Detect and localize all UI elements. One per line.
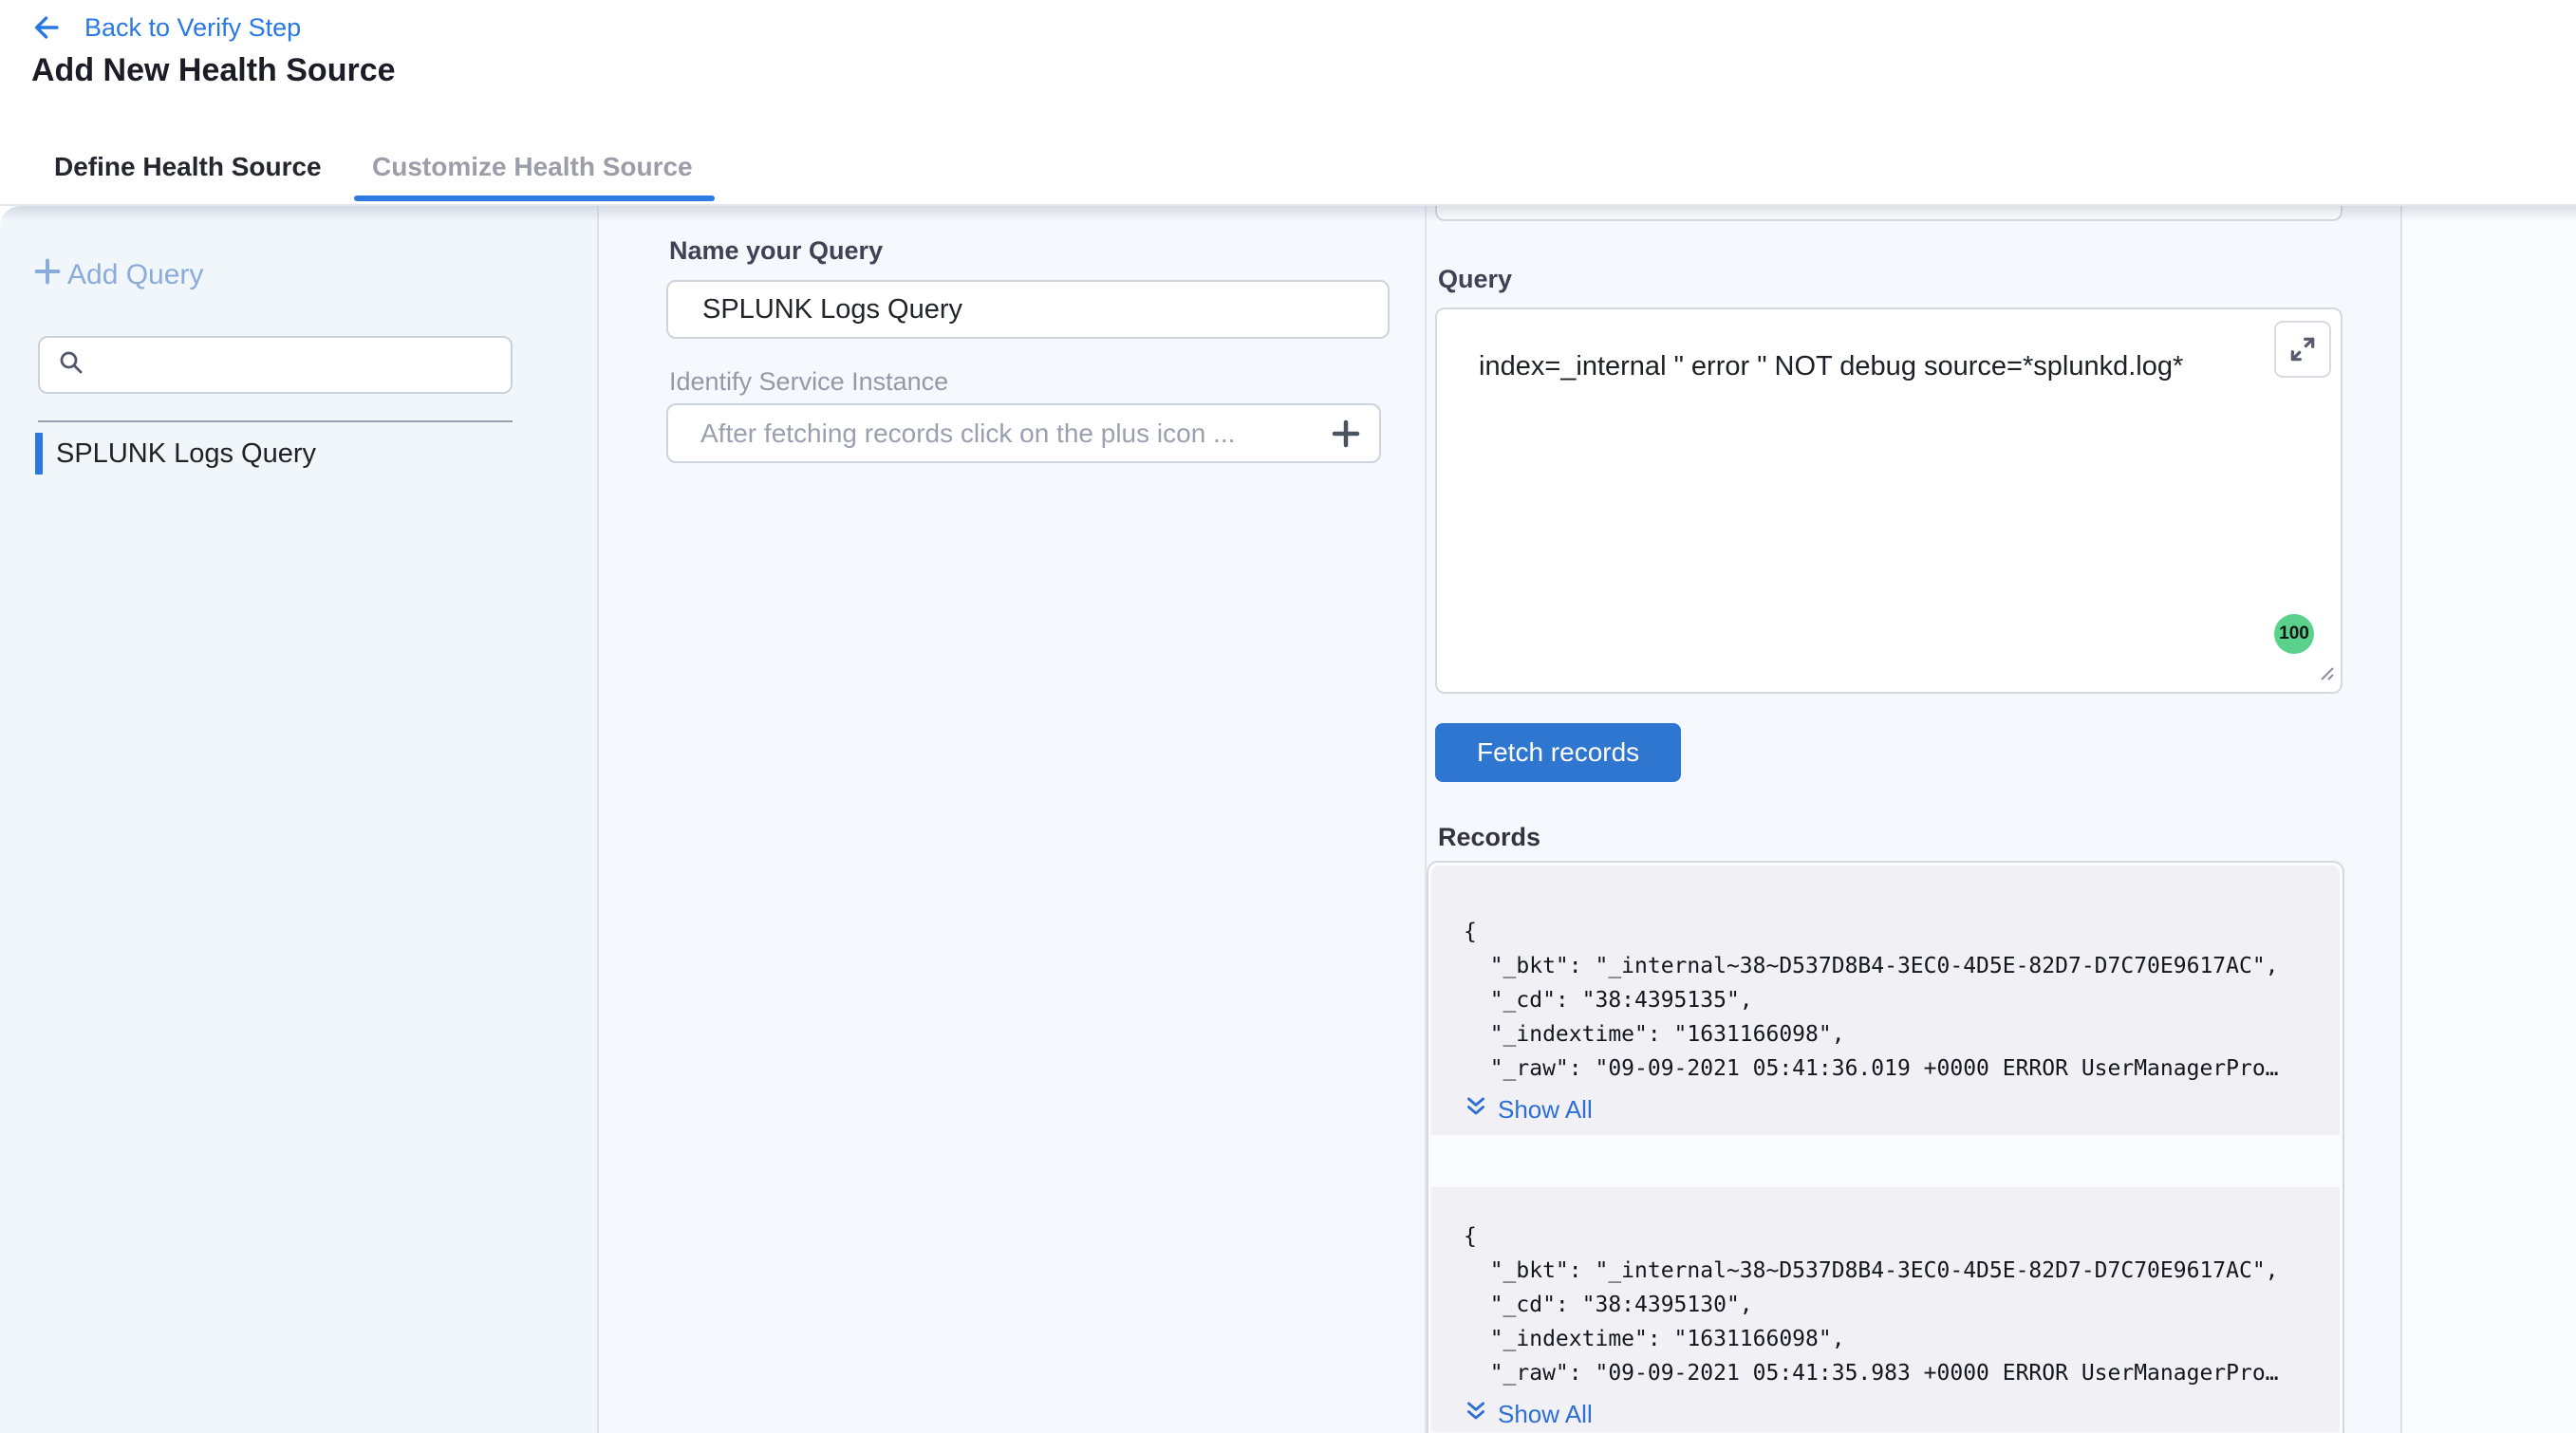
query-search-box xyxy=(38,336,513,394)
back-link[interactable]: Back to Verify Step xyxy=(31,11,301,44)
double-chevron-down-icon xyxy=(1464,1094,1488,1126)
show-all-label: Show All xyxy=(1498,1400,1593,1429)
sidebar-item-splunk-logs-query[interactable]: SPLUNK Logs Query xyxy=(35,433,316,475)
show-all-label: Show All xyxy=(1498,1095,1593,1125)
record-json-line: "_indextime": "1631166098", xyxy=(1464,1322,2311,1356)
record-json-line: "_bkt": "_internal~38~D537D8B4-3EC0-4D5E… xyxy=(1464,949,2311,983)
query-editor-column: Query index=_internal " error " NOT debu… xyxy=(1427,206,2402,1433)
show-all-link[interactable]: Show All xyxy=(1464,1398,2311,1430)
record-json-line: "_raw": "09-09-2021 05:41:36.019 +0000 E… xyxy=(1464,1051,2311,1086)
service-instance-label: Identify Service Instance xyxy=(669,367,948,397)
fetch-records-button[interactable]: Fetch records xyxy=(1435,723,1681,782)
records-label: Records xyxy=(1438,823,1540,852)
service-instance-input[interactable] xyxy=(668,405,1313,461)
record-json-line: "_indextime": "1631166098", xyxy=(1464,1017,2311,1051)
query-text: index=_internal " error " NOT debug sour… xyxy=(1479,351,2255,382)
query-form-column: Name your Query Identify Service Instanc… xyxy=(599,206,1427,1433)
resize-grip-icon[interactable] xyxy=(2312,659,2337,688)
record-json-line: { xyxy=(1464,915,2311,949)
plus-icon xyxy=(31,255,64,295)
record-card: { "_bkt": "_internal~38~D537D8B4-3EC0-4D… xyxy=(1431,1187,2340,1432)
query-label: Query xyxy=(1438,265,1512,294)
query-item-label: SPLUNK Logs Query xyxy=(56,438,316,470)
sidebar-divider xyxy=(38,420,513,422)
record-json-line: "_cd": "38:4395130", xyxy=(1464,1288,2311,1322)
show-all-link[interactable]: Show All xyxy=(1464,1093,2311,1126)
page-title: Add New Health Source xyxy=(31,52,396,89)
query-sidebar: Add Query SPLUNK Logs Query xyxy=(0,206,599,1433)
add-query-label: Add Query xyxy=(67,259,203,291)
expand-icon xyxy=(2287,334,2318,364)
record-json-line: "_cd": "38:4395135", xyxy=(1464,983,2311,1017)
tab-customize-health-source[interactable]: Customize Health Source xyxy=(372,152,693,182)
name-query-label: Name your Query xyxy=(669,236,883,266)
selected-indicator-bar xyxy=(35,433,43,475)
add-service-instance-button[interactable] xyxy=(1313,405,1379,461)
tab-define-health-source[interactable]: Define Health Source xyxy=(54,152,322,182)
records-panel: { "_bkt": "_internal~38~D537D8B4-3EC0-4D… xyxy=(1427,861,2344,1433)
add-query-button[interactable]: Add Query xyxy=(31,255,203,295)
query-textarea[interactable]: index=_internal " error " NOT debug sour… xyxy=(1435,307,2343,694)
record-json-line: "_bkt": "_internal~38~D537D8B4-3EC0-4D5E… xyxy=(1464,1254,2311,1288)
record-count-badge: 100 xyxy=(2274,614,2314,654)
search-input[interactable] xyxy=(99,338,494,392)
plus-icon xyxy=(1329,417,1363,451)
double-chevron-down-icon xyxy=(1464,1399,1488,1430)
record-card: { "_bkt": "_internal~38~D537D8B4-3EC0-4D… xyxy=(1431,865,2340,1135)
record-json-line: "_raw": "09-09-2021 05:41:35.983 +0000 E… xyxy=(1464,1356,2311,1390)
expand-query-button[interactable] xyxy=(2274,321,2331,378)
service-instance-field xyxy=(666,403,1381,463)
content-area: Add Query SPLUNK Logs Query Name your Qu… xyxy=(0,206,2576,1433)
clipped-top-input[interactable] xyxy=(1435,206,2343,221)
back-link-label: Back to Verify Step xyxy=(84,13,301,43)
page-header: Back to Verify Step Add New Health Sourc… xyxy=(0,0,2576,206)
right-margin-column xyxy=(2402,206,2576,1433)
back-arrow-icon xyxy=(31,11,64,44)
search-icon xyxy=(57,348,85,382)
active-tab-underline xyxy=(354,195,715,201)
record-json-line: { xyxy=(1464,1219,2311,1254)
query-name-input[interactable] xyxy=(666,280,1390,339)
